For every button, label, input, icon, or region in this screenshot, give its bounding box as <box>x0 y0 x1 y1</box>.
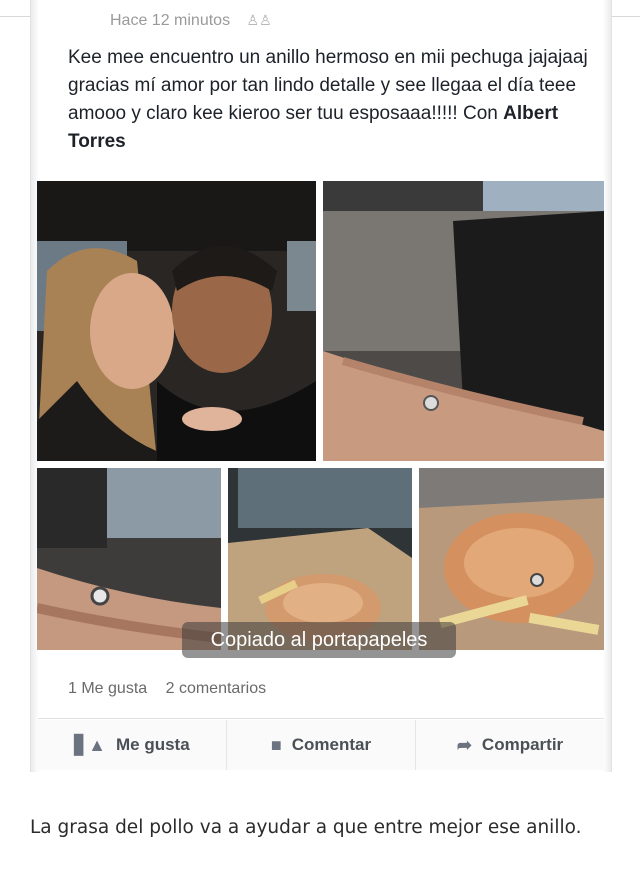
post-stats: 1 Me gusta 2 comentarios <box>68 680 280 698</box>
photo-ring-hand[interactable] <box>323 181 604 461</box>
friends-icon: ♙♙ <box>246 12 272 28</box>
thumbs-up-icon: ▋▲ <box>74 734 106 755</box>
share-button[interactable]: ➦ Compartir <box>416 720 604 770</box>
comment-button[interactable]: ■ Comentar <box>227 720 416 770</box>
speech-bubble-icon: ■ <box>270 734 282 755</box>
post-text: Kee mee encuentro un anillo hermoso en m… <box>68 44 588 156</box>
photo-ring-hand-image <box>323 181 604 461</box>
photo-couple-image <box>37 181 316 461</box>
comment-button-label: Comentar <box>291 735 372 754</box>
like-button-label: Me gusta <box>115 735 190 754</box>
clipboard-toast: Copiado al portapapeles <box>182 622 456 658</box>
post-timestamp[interactable]: Hace 12 minutos <box>110 12 230 29</box>
comments-count[interactable]: 2 comentarios <box>166 680 267 697</box>
like-button[interactable]: ▋▲ Me gusta <box>38 720 227 770</box>
likes-count[interactable]: 1 Me gusta <box>68 680 147 697</box>
post-actions-bar: ▋▲ Me gusta ■ Comentar ➦ Compartir <box>38 720 604 770</box>
photo-couple-selfie[interactable] <box>37 181 316 461</box>
share-arrow-icon: ➦ <box>456 734 472 755</box>
share-button-label: Compartir <box>481 735 564 754</box>
stats-divider <box>38 718 604 719</box>
post-meta: Hace 12 minutos ♙♙ <box>110 12 272 34</box>
article-caption: La grasa del pollo va a ayudar a que ent… <box>30 817 582 838</box>
